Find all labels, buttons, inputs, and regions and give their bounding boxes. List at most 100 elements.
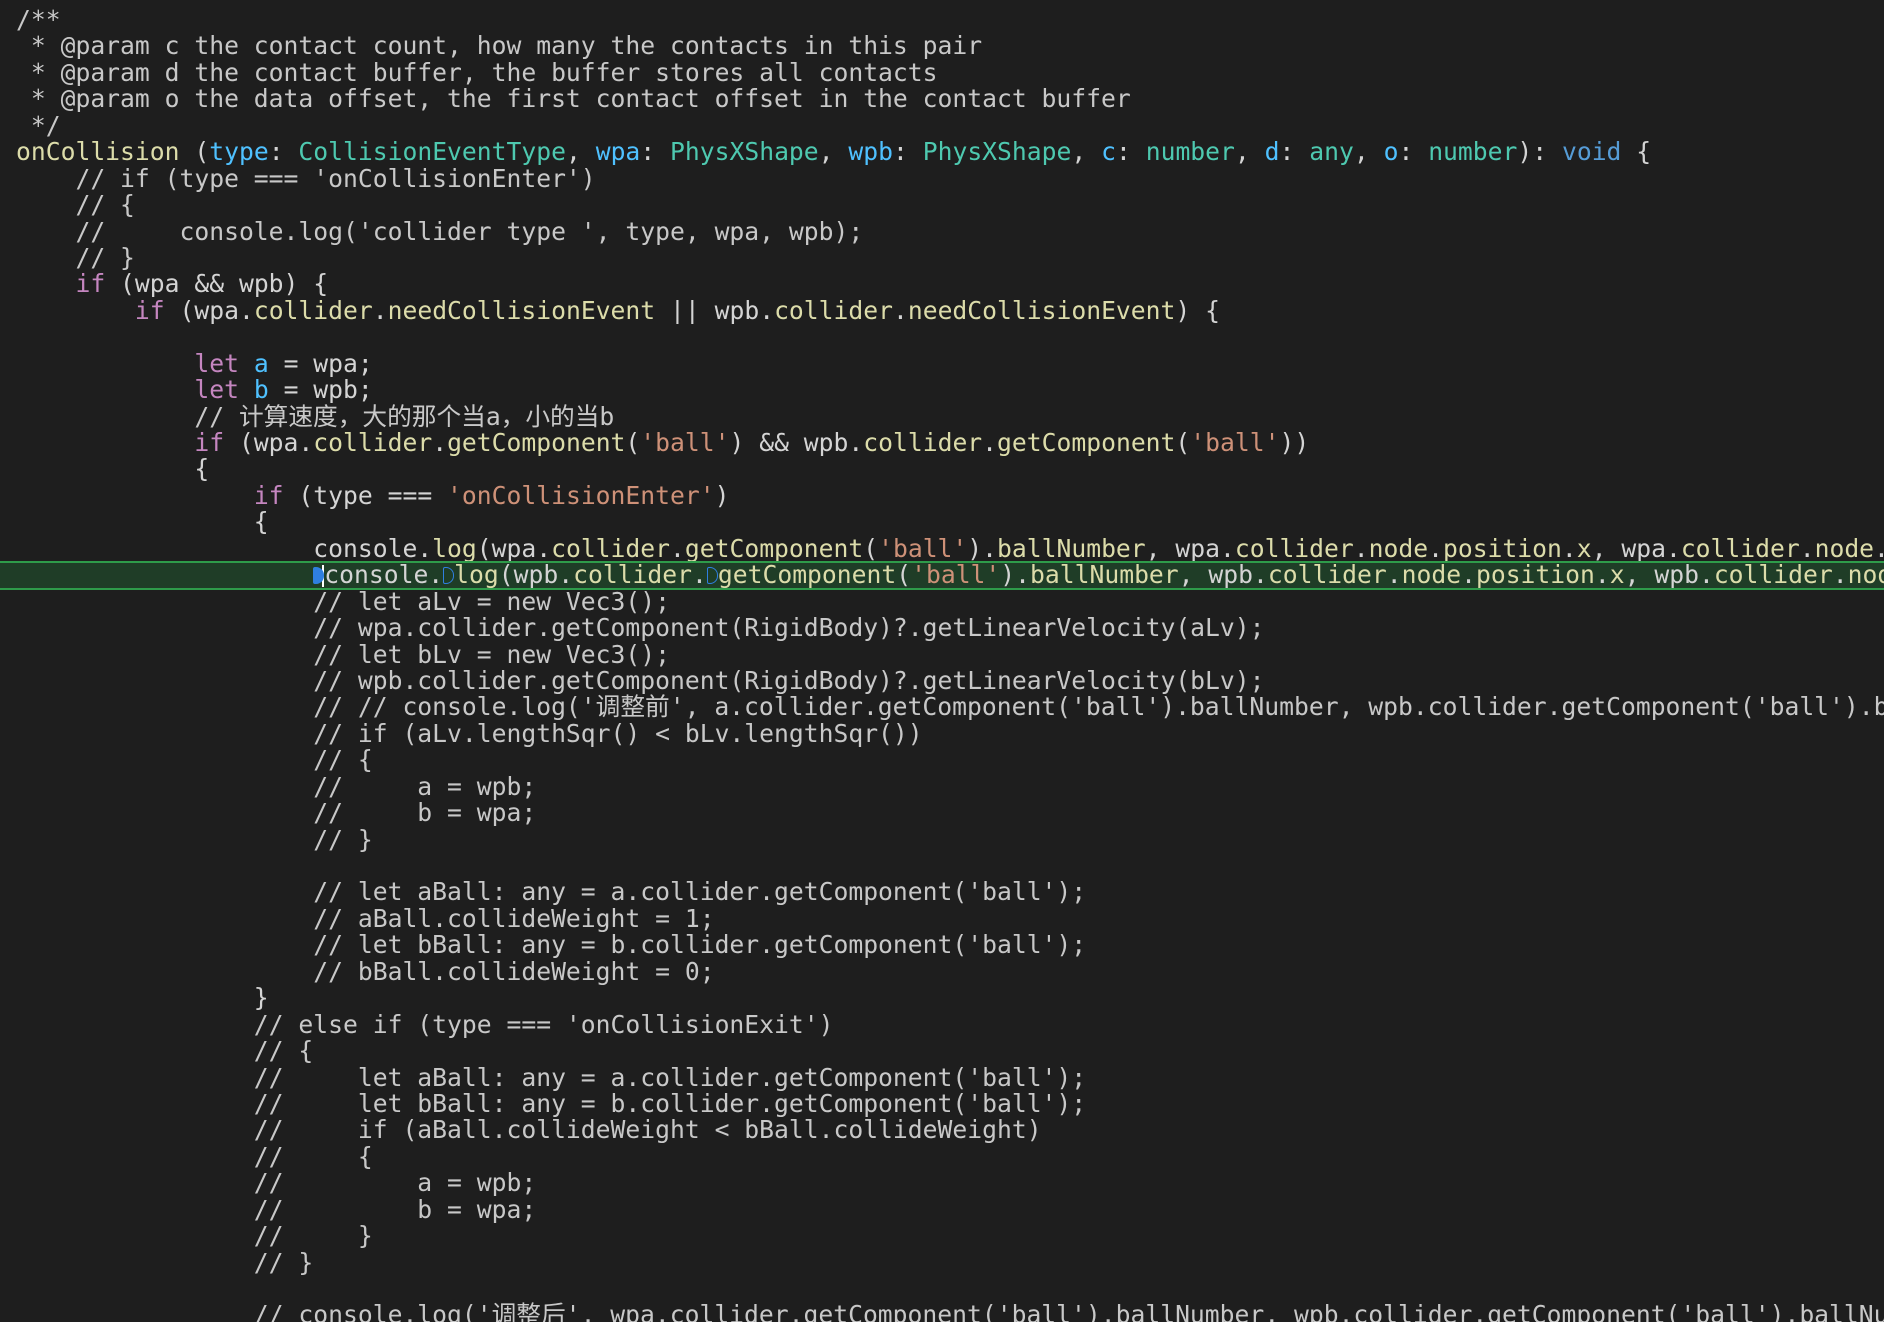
code-token: { — [16, 509, 269, 536]
code-token: : — [1115, 139, 1146, 166]
code-line[interactable]: */ — [0, 113, 1884, 139]
code-token: if — [253, 482, 284, 510]
code-token: . — [432, 430, 448, 457]
code-token: * @param o the data offset, the first co… — [16, 86, 1131, 113]
code-line[interactable]: // let bLv = new Vec3(); — [0, 642, 1884, 668]
code-line[interactable]: // { — [0, 1144, 1884, 1170]
code-token: 'ball' — [878, 535, 968, 563]
code-token: wpa — [595, 139, 641, 166]
code-line[interactable]: // { — [0, 1038, 1884, 1064]
code-token: */ — [16, 112, 61, 140]
code-token: // b = wpa; — [16, 1196, 537, 1224]
inline-breakpoint-icon[interactable] — [443, 566, 455, 584]
code-line[interactable]: if (wpa.collider.getComponent('ball') &&… — [0, 430, 1884, 456]
code-line[interactable]: // { — [0, 747, 1884, 773]
code-line[interactable]: // let aBall: any = a.collider.getCompon… — [0, 879, 1884, 905]
code-token: c — [1101, 139, 1116, 166]
code-token: . — [1832, 561, 1848, 590]
code-token: , — [818, 139, 849, 166]
code-line[interactable]: // aBall.collideWeight = 1; — [0, 906, 1884, 932]
code-token: : — [1398, 139, 1429, 166]
code-token: getComponent — [447, 430, 626, 457]
current-code-line[interactable]: console. log(wpb.collider. getComponent('b… — [0, 561, 1884, 590]
code-line[interactable]: // let aBall: any = a.collider.getCompon… — [0, 1065, 1884, 1091]
code-line[interactable]: // b = wpa; — [0, 1197, 1884, 1223]
code-token: /** — [16, 7, 61, 34]
code-token: number — [1145, 139, 1235, 166]
code-token: 'onCollisionEnter' — [447, 482, 715, 510]
code-token: getComponent — [997, 430, 1176, 457]
code-token: , — [1071, 139, 1102, 166]
code-token: 'ball' — [1190, 430, 1280, 457]
code-token: // if (aBall.collideWeight < bBall.colli… — [16, 1117, 1042, 1144]
code-token: , — [1234, 139, 1265, 166]
code-line[interactable]: { — [0, 456, 1884, 482]
code-line[interactable]: // } — [0, 245, 1884, 271]
code-line[interactable]: // else if (type === 'onCollisionExit') — [0, 1012, 1884, 1038]
code-line[interactable]: // console.log('调整后', wpa.collider.getCo… — [0, 1302, 1884, 1322]
code-token: = wpa; — [268, 350, 373, 378]
code-token: || wpb. — [655, 297, 775, 325]
code-token: console. — [324, 561, 444, 590]
code-token: log — [454, 561, 499, 590]
code-token: ). — [1000, 561, 1031, 590]
code-line[interactable]: // } — [0, 1250, 1884, 1276]
code-line[interactable]: // b = wpa; — [0, 800, 1884, 826]
code-line[interactable]: // if (type === 'onCollisionEnter') — [0, 166, 1884, 192]
code-token: 'ball' — [911, 561, 1001, 590]
code-token: // } — [16, 826, 373, 853]
code-line[interactable]: if (type === 'onCollisionEnter') — [0, 483, 1884, 509]
code-line[interactable]: // let bBall: any = b.collider.getCompon… — [0, 932, 1884, 958]
code-line[interactable]: * @param c the contact count, how many t… — [0, 33, 1884, 59]
code-token: // console.log('调整后', wpa.collider.getCo… — [16, 1302, 1884, 1322]
code-line[interactable]: // 计算速度，大的那个当a，小的当b — [0, 404, 1884, 430]
inline-breakpoint-icon[interactable] — [706, 566, 718, 584]
code-token: // } — [16, 1249, 314, 1276]
code-line[interactable]: * @param d the contact buffer, the buffe… — [0, 60, 1884, 86]
code-line[interactable]: { — [0, 509, 1884, 535]
code-line[interactable]: // a = wpb; — [0, 1170, 1884, 1196]
code-line[interactable]: console.log(wpa.collider.getComponent('b… — [0, 536, 1884, 562]
code-line[interactable]: // } — [0, 1223, 1884, 1249]
code-token: x — [1609, 561, 1625, 590]
code-line[interactable]: // a = wpb; — [0, 774, 1884, 800]
code-line[interactable]: // let aLv = new Vec3(); — [0, 589, 1884, 615]
code-line[interactable]: let a = wpa; — [0, 351, 1884, 377]
code-line[interactable]: // if (aLv.lengthSqr() < bLv.lengthSqr()… — [0, 721, 1884, 747]
code-token: ballNumber — [1030, 561, 1179, 590]
code-line[interactable]: } — [0, 985, 1884, 1011]
code-line[interactable]: let b = wpb; — [0, 377, 1884, 403]
code-token: // { — [16, 1038, 314, 1065]
code-line[interactable]: // console.log('collider type ', type, w… — [0, 219, 1884, 245]
code-token: : — [1279, 139, 1310, 166]
code-line[interactable]: // wpa.collider.getComponent(RigidBody)?… — [0, 615, 1884, 641]
code-line[interactable]: // bBall.collideWeight = 0; — [0, 959, 1884, 985]
code-token: log — [432, 535, 477, 563]
code-line[interactable]: onCollision (type: CollisionEventType, w… — [0, 139, 1884, 165]
code-token: // console.log('collider type ', type, w… — [16, 218, 864, 245]
code-token: number — [1428, 139, 1518, 166]
code-token: position — [1475, 561, 1595, 590]
code-line[interactable]: if (wpa && wpb) { — [0, 271, 1884, 297]
code-token: getComponent — [684, 535, 864, 563]
code-line[interactable]: if (wpa.collider.needCollisionEvent || w… — [0, 298, 1884, 324]
code-line[interactable]: // } — [0, 827, 1884, 853]
code-token: x — [1576, 535, 1592, 563]
code-token: collider — [573, 561, 692, 590]
code-line[interactable]: // { — [0, 192, 1884, 218]
code-line[interactable] — [0, 853, 1884, 879]
code-token: node — [1401, 561, 1462, 590]
code-line[interactable] — [0, 1276, 1884, 1302]
code-token: type — [209, 139, 269, 166]
code-line[interactable] — [0, 324, 1884, 350]
code-line[interactable]: // if (aBall.collideWeight < bBall.colli… — [0, 1117, 1884, 1143]
code-line[interactable]: // let bBall: any = b.collider.getCompon… — [0, 1091, 1884, 1117]
code-line[interactable]: // // console.log('调整前', a.collider.getC… — [0, 694, 1884, 720]
code-line[interactable]: // wpb.collider.getComponent(RigidBody)?… — [0, 668, 1884, 694]
code-line[interactable]: * @param o the data offset, the first co… — [0, 86, 1884, 112]
code-token: collider — [253, 297, 373, 325]
code-line[interactable]: /** — [0, 7, 1884, 33]
code-editor[interactable]: /** * @param c the contact count, how ma… — [0, 0, 1884, 1322]
